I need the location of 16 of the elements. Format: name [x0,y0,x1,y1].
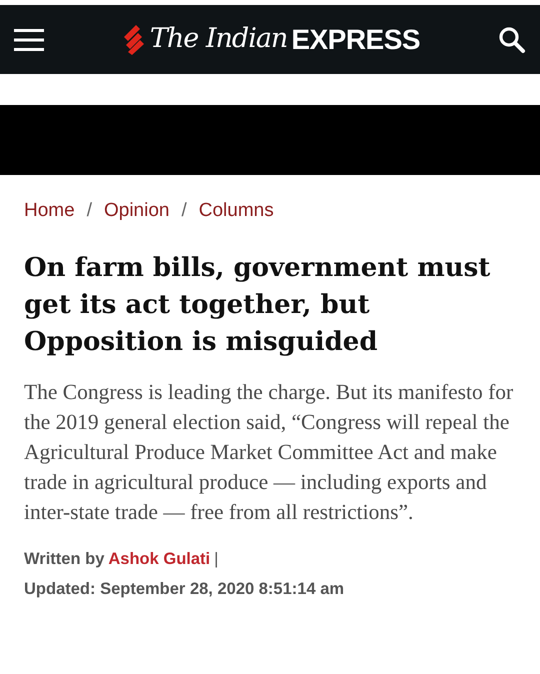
breadcrumb-separator: / [181,199,187,223]
headline: On farm bills, government must get its act together, but Opposition is misguided [24,252,492,358]
logo-text: EXPRESS [291,22,420,56]
search-icon[interactable] [498,26,526,54]
byline-separator: | [214,548,218,570]
byline-label: Written by [24,548,104,570]
breadcrumb-separator: / [86,199,92,223]
article-summary: The Congress is leading the charge. But its manifesto for the 2019 general election said, “Congress will repeal the Agricultural Produce Market Committee Act and make trade in agricultural produce — including exports and inter-state trade — free from all restrictions”. [24,378,514,526]
breadcrumb-link[interactable]: Home [24,197,75,226]
menu-icon[interactable] [14,28,44,52]
breadcrumb-link[interactable]: Opinion [104,197,170,226]
author-link[interactable]: Ashok Gulati [108,546,210,572]
logo-icon [122,24,146,54]
logo-text[interactable]: The Indian [150,19,288,60]
updated-date: Updated: September 28, 2020 8:51:14 am [24,579,346,600]
breadcrumb-link[interactable]: Columns [198,197,274,226]
